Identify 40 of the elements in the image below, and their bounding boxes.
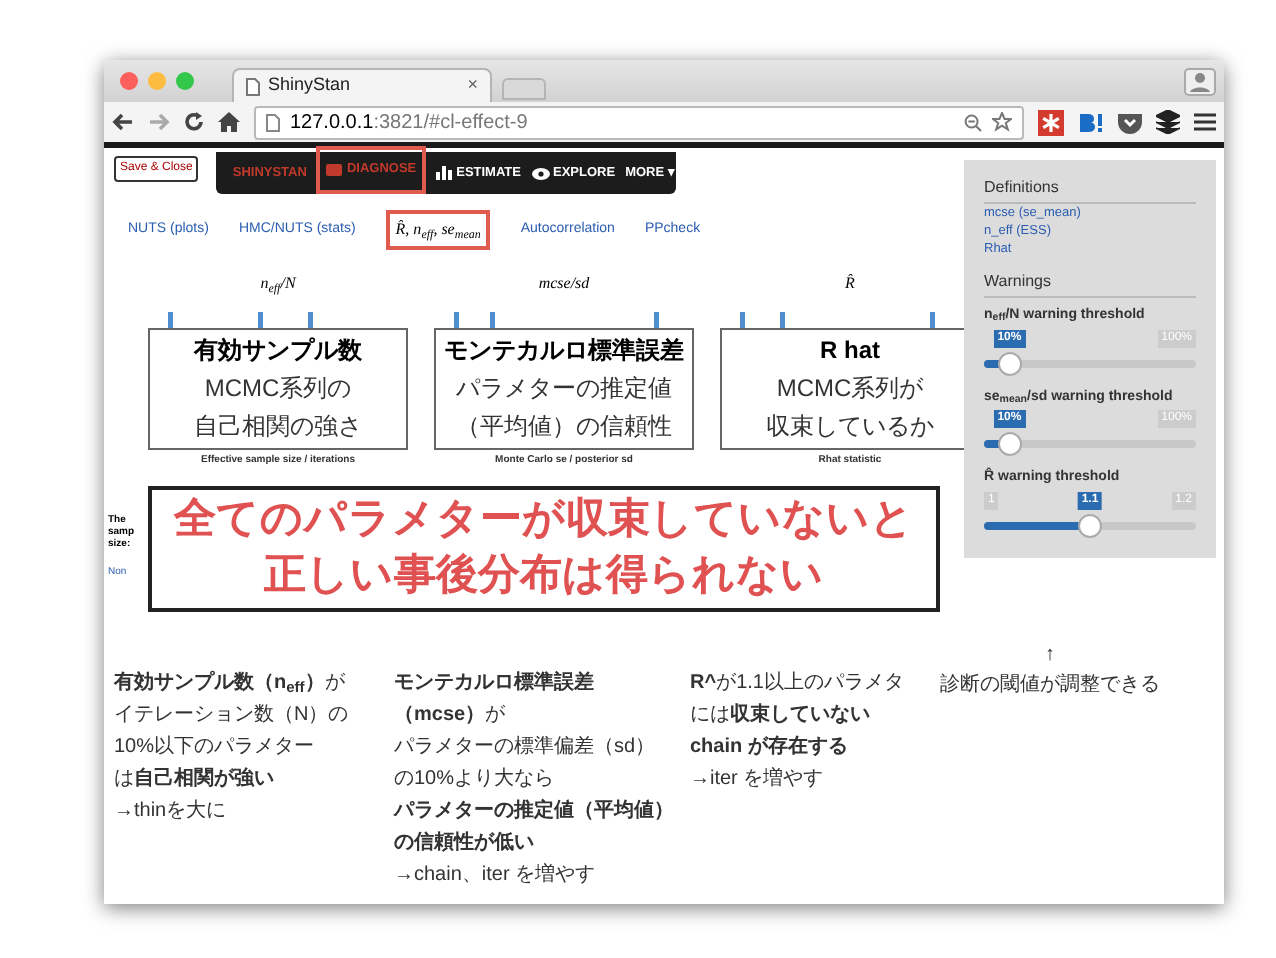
menu-icon[interactable] xyxy=(1194,112,1216,132)
banner-text: 正しい事後分布は得られない xyxy=(264,550,824,602)
warnings-heading: Warnings xyxy=(984,270,1196,298)
star-icon[interactable] xyxy=(992,112,1012,132)
up-arrow: ↑ xyxy=(1045,642,1055,670)
asterisk-extension-icon[interactable] xyxy=(1038,109,1064,135)
callout-heading: モンテカルロ標準誤差 xyxy=(444,334,684,368)
close-tab-icon[interactable]: × xyxy=(467,72,478,100)
banner-text: 全てのパラメターが収束していないと xyxy=(174,494,914,546)
callout-heading: R hat xyxy=(820,334,880,368)
note-text: R^が1.1以上のパラメタ には収束していない chain が存在する →iter を増やす xyxy=(690,669,906,794)
address-bar[interactable]: 127.0.0.1:3821/#cl-effect-9 xyxy=(254,105,1024,139)
bookmark-extension-icon[interactable] xyxy=(1078,111,1104,133)
slider-thumb[interactable] xyxy=(997,351,1022,375)
slider-thumb[interactable] xyxy=(1078,513,1102,537)
callout-text: MCMC系列が 収束しているか xyxy=(766,372,934,444)
plot-title: R̂ xyxy=(845,272,855,296)
tab-title: ShinyStan xyxy=(268,72,353,99)
eye-icon xyxy=(531,167,549,179)
home-icon[interactable] xyxy=(218,112,240,132)
callout-heading: 有効サンプル数 xyxy=(194,334,362,368)
back-arrow-icon[interactable] xyxy=(112,112,134,132)
browser-tab[interactable]: ShinyStan × xyxy=(232,68,492,102)
reload-icon[interactable] xyxy=(184,112,204,132)
callout-text: MCMC系列の 自己相関の強さ xyxy=(194,372,362,444)
note-text: 有効サンプル数（n$_{eff}$）が イテレーション数（N）の 10%以下のパラメター は自己相関が強い →thinを大に xyxy=(114,668,351,826)
tab[interactable]: R̂, n$_{eff}$, se$_{mean}$ xyxy=(385,210,491,250)
slider-thumb[interactable] xyxy=(997,432,1022,456)
user-profile-icon[interactable] xyxy=(1184,67,1216,95)
callout-text: パラメターの推定値 （平均値）の信頼性 xyxy=(456,372,672,444)
note-text: モンテカルロ標準誤差 （mcse）が パラメターの標準偏差（sd） の10%より大なら パラメターの推定値（平均値） の信頼性が低い →chain、iter を増やす xyxy=(394,669,676,890)
layers-icon[interactable] xyxy=(1156,110,1180,134)
shield-icon[interactable] xyxy=(1118,111,1142,133)
plot-title: n$_{eff}$/N xyxy=(260,272,296,299)
bar-chart-icon xyxy=(436,166,453,180)
plot-title: mcse/sd xyxy=(538,272,590,296)
definitions-heading: Definitions xyxy=(984,176,1196,204)
url-text: 127.0.0.1:3821/#cl-effect-9 xyxy=(290,109,530,137)
zoom-out-icon[interactable] xyxy=(964,113,982,131)
hint-text: 診断の閾値が調整できる xyxy=(940,671,1160,700)
